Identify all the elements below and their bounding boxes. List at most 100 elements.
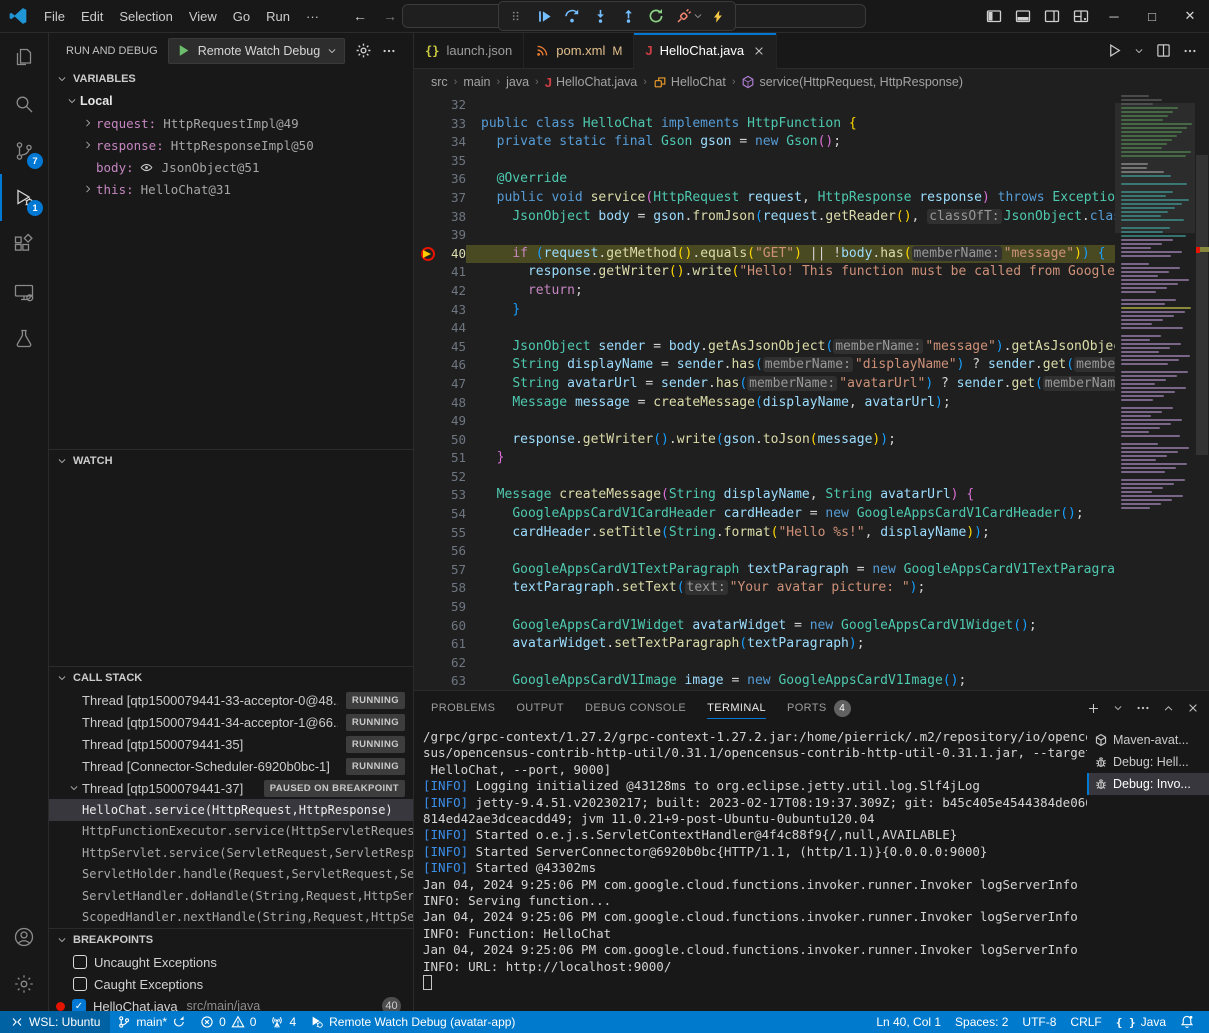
code-line-47[interactable]: 47 String avatarUrl = sender.has(memberN… [414,375,1115,394]
breadcrumb-item[interactable]: java [506,75,529,89]
step-over-button[interactable] [558,4,586,29]
toggle-panel-button[interactable] [1008,1,1037,31]
breakpoint-row[interactable]: Uncaught Exceptions [49,951,413,973]
gutter-glyph[interactable] [414,263,441,282]
gutter-glyph[interactable] [414,245,441,264]
menu-view[interactable]: View [181,6,225,27]
code-line-41[interactable]: 41 response.getWriter().write("Hello! Th… [414,263,1115,282]
activity-search[interactable] [0,80,48,127]
more-actions-icon[interactable] [1183,44,1197,58]
gutter-glyph[interactable] [414,356,441,375]
gutter-glyph[interactable] [414,282,441,301]
code-line-40[interactable]: 40 if (request.getMethod().equals("GET")… [414,245,1115,264]
start-debug-icon[interactable] [176,43,191,58]
menu-[interactable]: ··· [298,6,327,27]
code-line-44[interactable]: 44 [414,319,1115,338]
statusbar-remote-indicator[interactable]: WSL: Ubuntu [0,1011,110,1033]
variables-section-header[interactable]: VARIABLES [49,68,413,90]
code-line-33[interactable]: 33public class HelloChat implements Http… [414,115,1115,134]
breadcrumb-item[interactable]: HelloChat [653,75,726,89]
gutter-glyph[interactable] [414,617,441,636]
step-into-button[interactable] [586,4,614,29]
code-line-57[interactable]: 57 GoogleAppsCardV1TextParagraph textPar… [414,561,1115,580]
scrollbar-thumb[interactable] [1196,155,1208,455]
menu-file[interactable]: File [36,6,73,27]
call-stack-frame[interactable]: HelloChat.service(HttpRequest,HttpRespon… [49,799,413,821]
breadcrumb-item[interactable]: JHelloChat.java [545,75,638,90]
grip-button[interactable] [502,4,530,29]
minimap[interactable] [1115,95,1195,690]
code-line-59[interactable]: 59 [414,598,1115,617]
call-stack-thread[interactable]: Thread [qtp1500079441-35]RUNNING [49,733,413,755]
code-line-46[interactable]: 46 String displayName = sender.has(membe… [414,356,1115,375]
gutter-glyph[interactable] [414,394,441,413]
breakpoint-checkbox[interactable] [73,977,87,991]
breakpoint-checkbox[interactable] [73,955,87,969]
gutter-glyph[interactable] [414,301,441,320]
code-line-62[interactable]: 62 [414,654,1115,673]
activity-accounts[interactable] [0,913,48,960]
statusbar-indentation[interactable]: Spaces: 2 [948,1011,1015,1033]
call-stack-thread[interactable]: Thread [Connector-Scheduler-6920b0bc-1]R… [49,755,413,777]
customize-layout-button[interactable] [1066,1,1095,31]
code-line-42[interactable]: 42 return; [414,282,1115,301]
code-line-51[interactable]: 51 } [414,449,1115,468]
gutter-glyph[interactable] [414,133,441,152]
breadcrumb-item[interactable]: main [463,75,490,89]
code-line-61[interactable]: 61 avatarWidget.setTextParagraph(textPar… [414,635,1115,654]
close-icon[interactable] [753,45,765,57]
statusbar-encoding[interactable]: UTF-8 [1015,1011,1063,1033]
breakpoint-row[interactable]: Caught Exceptions [49,973,413,995]
code-line-43[interactable]: 43 } [414,301,1115,320]
activity-testing[interactable] [0,315,48,362]
code-line-49[interactable]: 49 [414,412,1115,431]
call-stack-thread[interactable]: Thread [qtp1500079441-37]PAUSED ON BREAK… [49,777,413,799]
breakpoint-checkbox[interactable]: ✓ [72,999,86,1011]
gutter-glyph[interactable] [414,486,441,505]
gutter-glyph[interactable] [414,598,441,617]
variables-scope-local[interactable]: Local [49,90,413,112]
gutter-glyph[interactable] [414,635,441,654]
menu-edit[interactable]: Edit [73,6,111,27]
variable-row[interactable]: body:JsonObject@51 [49,156,413,178]
terminal-list-item[interactable]: Maven-avat... [1087,729,1209,751]
statusbar-git-branch[interactable]: main* [110,1011,193,1033]
call-stack-thread[interactable]: Thread [qtp1500079441-34-acceptor-1@66..… [49,711,413,733]
statusbar-debug-status[interactable]: Remote Watch Debug (avatar-app) [303,1011,522,1033]
gutter-glyph[interactable] [414,96,441,115]
gutter-glyph[interactable] [414,449,441,468]
code-line-48[interactable]: 48 Message message = createMessage(displ… [414,394,1115,413]
gutter-glyph[interactable] [414,189,441,208]
activity-extensions[interactable] [0,221,48,268]
bolt-button[interactable] [704,4,732,29]
gear-icon[interactable] [355,42,372,59]
activity-source-control[interactable]: 7 [0,127,48,174]
code-line-63[interactable]: 63 GoogleAppsCardV1Image image = new Goo… [414,672,1115,690]
gutter-glyph[interactable] [414,579,441,598]
statusbar-language-mode[interactable]: { }Java [1109,1011,1173,1033]
panel-tab-problems[interactable]: PROBLEMS [431,691,495,725]
code-line-60[interactable]: 60 GoogleAppsCardV1Widget avatarWidget =… [414,617,1115,636]
gutter-glyph[interactable] [414,170,441,189]
code-line-38[interactable]: 38 JsonObject body = gson.fromJson(reque… [414,208,1115,227]
code-line-55[interactable]: 55 cardHeader.setTitle(String.format("He… [414,524,1115,543]
code-line-56[interactable]: 56 [414,542,1115,561]
breakpoints-section-header[interactable]: BREAKPOINTS [49,929,413,951]
code-line-37[interactable]: 37 public void service(HttpRequest reque… [414,189,1115,208]
activity-remote-explorer[interactable] [0,268,48,315]
code-line-32[interactable]: 32 [414,96,1115,115]
code-line-35[interactable]: 35 [414,152,1115,171]
gutter-glyph[interactable] [414,412,441,431]
nav-forward-button[interactable]: → [383,8,397,24]
minimize-button[interactable]: ─ [1095,0,1133,32]
gutter-glyph[interactable] [414,208,441,227]
watch-section-header[interactable]: WATCH [49,450,413,472]
statusbar-eol[interactable]: CRLF [1063,1011,1108,1033]
code-line-54[interactable]: 54 GoogleAppsCardV1CardHeader cardHeader… [414,505,1115,524]
statusbar-notifications[interactable] [1173,1011,1201,1033]
call-stack-frame[interactable]: ScopedHandler.nextHandle(String,Request,… [49,907,413,929]
new-terminal-icon[interactable] [1087,702,1100,715]
gutter-glyph[interactable] [414,524,441,543]
variable-row[interactable]: this:HelloChat@31 [49,178,413,200]
gutter-glyph[interactable] [414,319,441,338]
